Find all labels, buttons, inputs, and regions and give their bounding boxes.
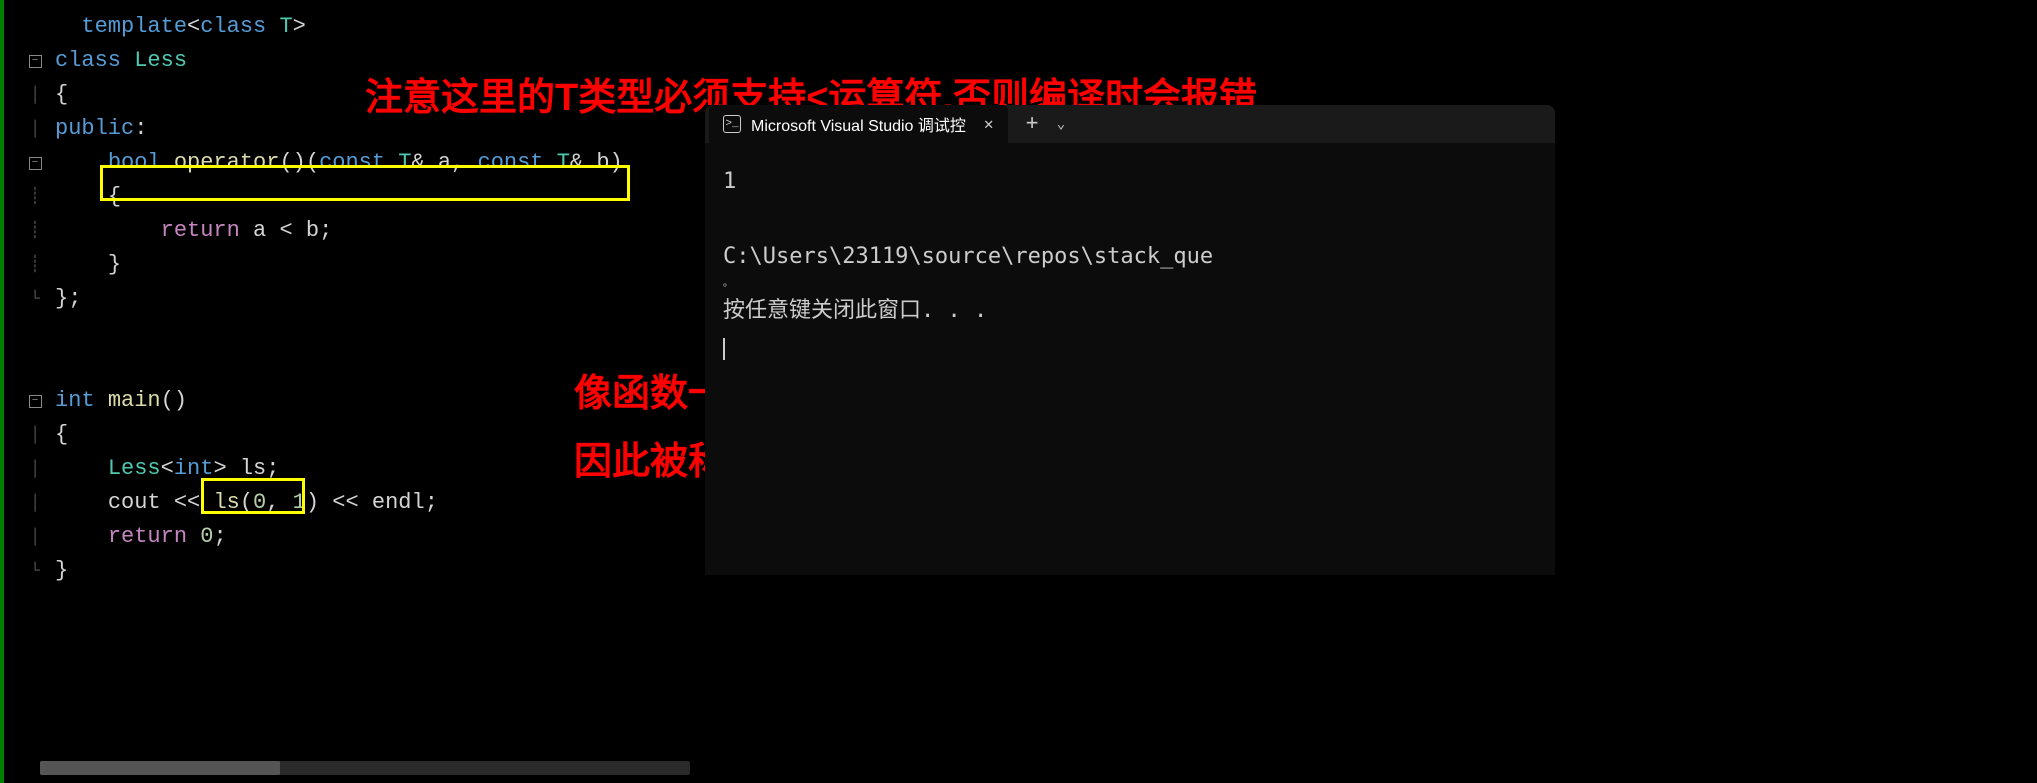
console-output-line [723, 200, 1537, 237]
code-line: template<class T> [15, 10, 2037, 44]
console-output-line: 1 [723, 163, 1537, 200]
console-output-line: 。 [723, 275, 1537, 292]
console-output-line: 按任意键关闭此窗口. . . [723, 292, 1537, 329]
console-tab-title: Microsoft Visual Studio 调试控 [751, 112, 966, 136]
console-window: >_ Microsoft Visual Studio 调试控 ✕ + ⌄ 1 C… [705, 105, 1555, 575]
cursor-icon [723, 338, 725, 360]
console-tabbar: >_ Microsoft Visual Studio 调试控 ✕ + ⌄ [705, 105, 1555, 143]
horizontal-scrollbar[interactable] [40, 761, 690, 775]
terminal-icon: >_ [723, 115, 741, 133]
editor-gutter [0, 0, 40, 783]
new-tab-button[interactable]: + [1026, 112, 1039, 137]
close-icon[interactable]: ✕ [984, 114, 994, 134]
console-tab-actions: + ⌄ [1026, 112, 1066, 137]
chevron-down-icon[interactable]: ⌄ [1057, 116, 1065, 133]
console-body[interactable]: 1 C:\Users\23119\source\repos\stack_que … [705, 143, 1555, 387]
console-cursor-line [723, 330, 1537, 367]
console-tab[interactable]: >_ Microsoft Visual Studio 调试控 ✕ [709, 105, 1008, 143]
console-output-line: C:\Users\23119\source\repos\stack_que [723, 238, 1537, 275]
scrollbar-thumb[interactable] [40, 761, 280, 775]
